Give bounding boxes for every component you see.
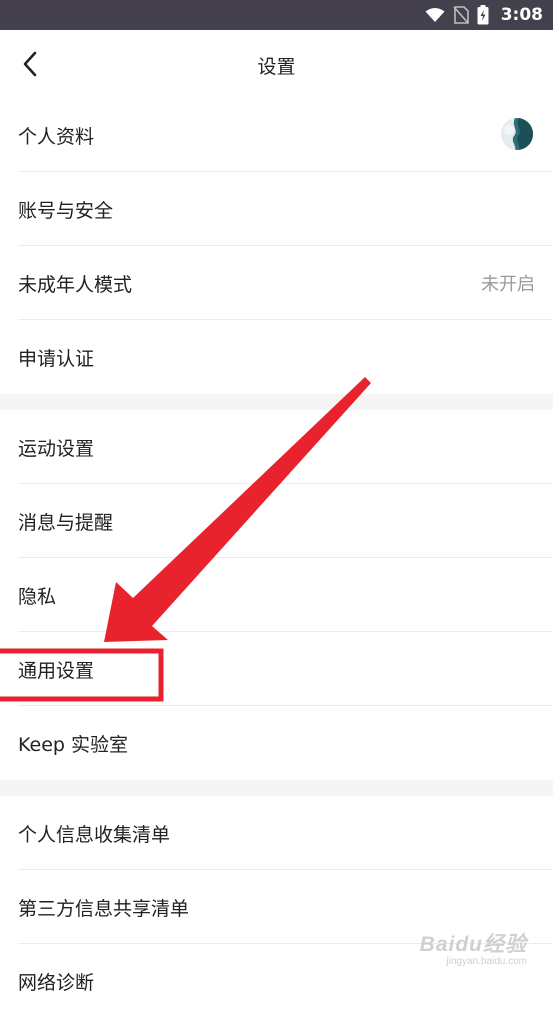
- settings-item-notifications[interactable]: 消息与提醒: [0, 484, 553, 558]
- settings-item-personal-info-list[interactable]: 个人信息收集清单: [0, 796, 553, 870]
- settings-item-label: 个人资料: [18, 125, 95, 148]
- settings-item-minor-mode[interactable]: 未成年人模式 未开启: [0, 246, 553, 320]
- settings-item-label: 通用设置: [18, 659, 95, 682]
- settings-item-label: 消息与提醒: [18, 511, 114, 534]
- status-bar: 3:08: [0, 0, 553, 30]
- settings-item-label: 隐私: [18, 585, 57, 608]
- settings-group-preferences: 运动设置 消息与提醒 隐私 通用设置 Keep 实验室: [0, 410, 553, 780]
- nav-bar: 设置: [0, 30, 553, 98]
- settings-item-label: 账号与安全: [18, 199, 114, 222]
- status-icons: 3:08: [425, 0, 543, 30]
- settings-item-label: 第三方信息共享清单: [18, 897, 190, 920]
- settings-item-account-security[interactable]: 账号与安全: [0, 172, 553, 246]
- settings-item-profile[interactable]: 个人资料: [0, 98, 553, 172]
- settings-item-keep-lab[interactable]: Keep 实验室: [0, 706, 553, 780]
- settings-item-verification[interactable]: 申请认证: [0, 320, 553, 394]
- minor-mode-status: 未开启: [481, 274, 535, 295]
- watermark: Baidu经验 jingyan.baidu.com: [420, 928, 527, 967]
- battery-charging-icon: [477, 5, 489, 25]
- settings-item-label: 运动设置: [18, 437, 95, 460]
- settings-item-general[interactable]: 通用设置: [0, 632, 553, 706]
- settings-item-sport[interactable]: 运动设置: [0, 410, 553, 484]
- status-time: 3:08: [500, 5, 543, 25]
- settings-group-info: 个人信息收集清单 第三方信息共享清单 网络诊断: [0, 796, 553, 1018]
- avatar: [501, 118, 533, 150]
- settings-item-label: 申请认证: [18, 347, 95, 370]
- section-separator: [0, 780, 553, 796]
- settings-item-label: 网络诊断: [18, 971, 95, 994]
- wifi-icon: [425, 8, 445, 22]
- no-sim-icon: [453, 6, 469, 24]
- settings-item-label: 个人信息收集清单: [18, 823, 171, 846]
- settings-item-label: Keep 实验室: [18, 733, 128, 756]
- settings-item-privacy[interactable]: 隐私: [0, 558, 553, 632]
- section-separator: [0, 394, 553, 410]
- page-title: 设置: [257, 56, 296, 78]
- settings-item-label: 未成年人模式: [18, 273, 133, 296]
- settings-group-account: 个人资料 账号与安全 未成年人模式 未开启 申请认证: [0, 98, 553, 394]
- watermark-logo: Baidu经验: [419, 933, 527, 956]
